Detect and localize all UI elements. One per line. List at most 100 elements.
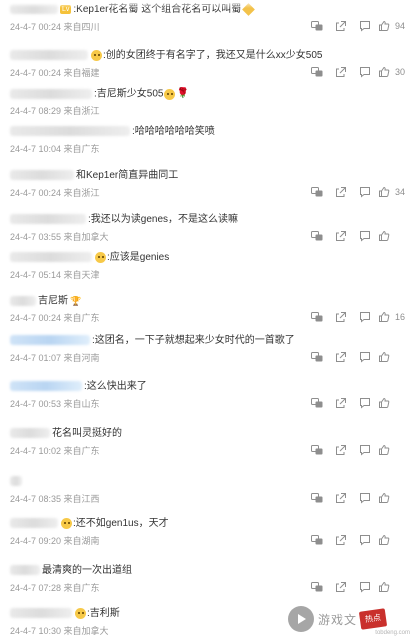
comment-text-line: :我还以为读genes，不是这么读嘛 [10, 212, 238, 228]
translate-icon[interactable] [305, 228, 329, 244]
share-icon[interactable] [329, 349, 353, 365]
translate-icon[interactable] [305, 349, 329, 365]
like-button[interactable] [377, 442, 413, 458]
reply-icon[interactable] [353, 395, 377, 411]
comment-actions [305, 579, 413, 595]
like-count: 94 [395, 21, 406, 31]
like-button[interactable] [377, 490, 413, 506]
translate-icon[interactable] [305, 490, 329, 506]
translate-icon[interactable] [305, 395, 329, 411]
reply-icon[interactable] [353, 579, 377, 595]
play-icon[interactable] [288, 606, 314, 632]
like-button[interactable]: 94 [377, 18, 413, 34]
thumbs-up-icon [377, 309, 391, 325]
reply-icon[interactable] [353, 184, 377, 200]
comment-item: :哈哈哈哈哈哈笑喷 24-4-7 10:04 来自广东 [0, 122, 413, 162]
share-icon[interactable] [329, 228, 353, 244]
reply-icon[interactable] [353, 309, 377, 325]
comment-item: 最清爽的一次出道组 24-4-7 07:28 来自广东 [0, 561, 413, 601]
thumbs-up-icon [377, 349, 391, 365]
like-button[interactable] [377, 532, 413, 548]
share-icon[interactable] [329, 184, 353, 200]
comment-text: :创的女团终于有名字了，我还又是什么xx少女505 [103, 50, 323, 61]
share-icon[interactable] [329, 442, 353, 458]
comment-actions: 16 [305, 309, 413, 325]
comment-text-line: :还不如gen1us，天才 [10, 516, 169, 532]
like-button[interactable] [377, 579, 413, 595]
reply-icon[interactable] [353, 18, 377, 34]
comment-meta: 24-4-7 00:53 来自山东 [10, 399, 100, 409]
comment-text: :这么快出来了 [84, 381, 147, 392]
comment-item: :创的女团终于有名字了，我还又是什么xx少女505 24-4-7 00:24 来自… [0, 46, 413, 86]
redacted-username [10, 608, 72, 619]
face-emoji-icon [164, 88, 176, 100]
watermark-domain: tobdeng.com [375, 630, 410, 636]
translate-icon[interactable] [305, 579, 329, 595]
comment-text-line: 最清爽的一次出道组 [10, 563, 132, 579]
translate-icon[interactable] [305, 64, 329, 80]
comment-text-line: :哈哈哈哈哈哈笑喷 [10, 124, 215, 140]
share-icon[interactable] [329, 18, 353, 34]
reply-icon[interactable] [353, 228, 377, 244]
like-button[interactable]: 30 [377, 64, 413, 80]
watermark-stamp: 热点 [358, 608, 388, 630]
comment-text: 最清爽的一次出道组 [42, 565, 132, 576]
redacted-username [10, 126, 130, 137]
comment-meta: 24-4-7 08:35 来自江西 [10, 494, 100, 504]
thumbs-up-icon [377, 532, 391, 548]
reply-icon[interactable] [353, 442, 377, 458]
comment-text: :吉利斯 [87, 608, 120, 619]
comment-meta: 24-4-7 10:02 来自广东 [10, 446, 100, 456]
comment-actions [305, 349, 413, 365]
reply-icon[interactable] [353, 64, 377, 80]
comment-actions [305, 442, 413, 458]
comment-item: 和Kep1er简直异曲同工 24-4-7 00:24 来自浙江 34 [0, 166, 413, 206]
translate-icon[interactable] [305, 442, 329, 458]
share-icon[interactable] [329, 490, 353, 506]
translate-icon[interactable] [305, 184, 329, 200]
comment-text-line: :吉尼斯少女505 🌹 [10, 86, 189, 102]
comment-screen: { "colors": {"text": "#333333", "meta": … [0, 0, 413, 640]
video-watermark: 游戏文 热点 tobdeng.com [288, 601, 412, 637]
redacted-username [10, 565, 40, 576]
comment-text-line: :应该是genies [10, 250, 169, 266]
reply-icon[interactable] [353, 532, 377, 548]
comment-item: 花名叫灵挺好的 24-4-7 10:02 来自广东 [0, 424, 413, 464]
translate-icon[interactable] [305, 309, 329, 325]
translate-icon[interactable] [305, 532, 329, 548]
comment-item: 24-4-7 08:35 来自江西 [0, 472, 413, 512]
like-button[interactable] [377, 228, 413, 244]
share-icon[interactable] [329, 309, 353, 325]
like-button[interactable] [377, 349, 413, 365]
redacted-username [10, 50, 88, 61]
reply-icon[interactable] [353, 490, 377, 506]
face-emoji-icon [95, 251, 106, 263]
reply-icon[interactable] [353, 349, 377, 365]
comment-meta: 24-4-7 00:24 来自广东 [10, 313, 100, 323]
comment-meta: 24-4-7 09:20 来自湖南 [10, 536, 100, 546]
share-icon[interactable] [329, 532, 353, 548]
rose-emoji-icon: 🌹 [176, 88, 189, 99]
like-button[interactable]: 34 [377, 184, 413, 200]
thumbs-up-icon [377, 18, 391, 34]
comment-item: 吉尼斯 🏆 24-4-7 00:24 来自广东 16 [0, 291, 413, 331]
comment-text: 吉尼斯 [38, 295, 68, 307]
translate-icon[interactable] [305, 18, 329, 34]
thumbs-up-icon [377, 184, 391, 200]
face-emoji-icon [61, 517, 72, 529]
like-button[interactable]: 16 [377, 309, 413, 325]
comment-text-line: :这么快出来了 [10, 379, 147, 395]
share-icon[interactable] [329, 64, 353, 80]
comment-item: :这么快出来了 24-4-7 00:53 来自山东 [0, 377, 413, 417]
comment-actions [305, 490, 413, 506]
share-icon[interactable] [329, 579, 353, 595]
comment-actions: 94 [305, 18, 413, 34]
comment-text: :还不如gen1us，天才 [73, 518, 169, 529]
share-icon[interactable] [329, 395, 353, 411]
comment-text-line: :这团名，一下子就想起来少女时代的一首歌了 [10, 333, 295, 349]
comment-meta: 24-4-7 01:07 来自河南 [10, 353, 100, 363]
comment-text-line: :创的女团终于有名字了，我还又是什么xx少女505 [10, 48, 322, 64]
thumbs-up-icon [377, 579, 391, 595]
like-button[interactable] [377, 395, 413, 411]
comment-text: :我还以为读genes，不是这么读嘛 [88, 214, 239, 225]
